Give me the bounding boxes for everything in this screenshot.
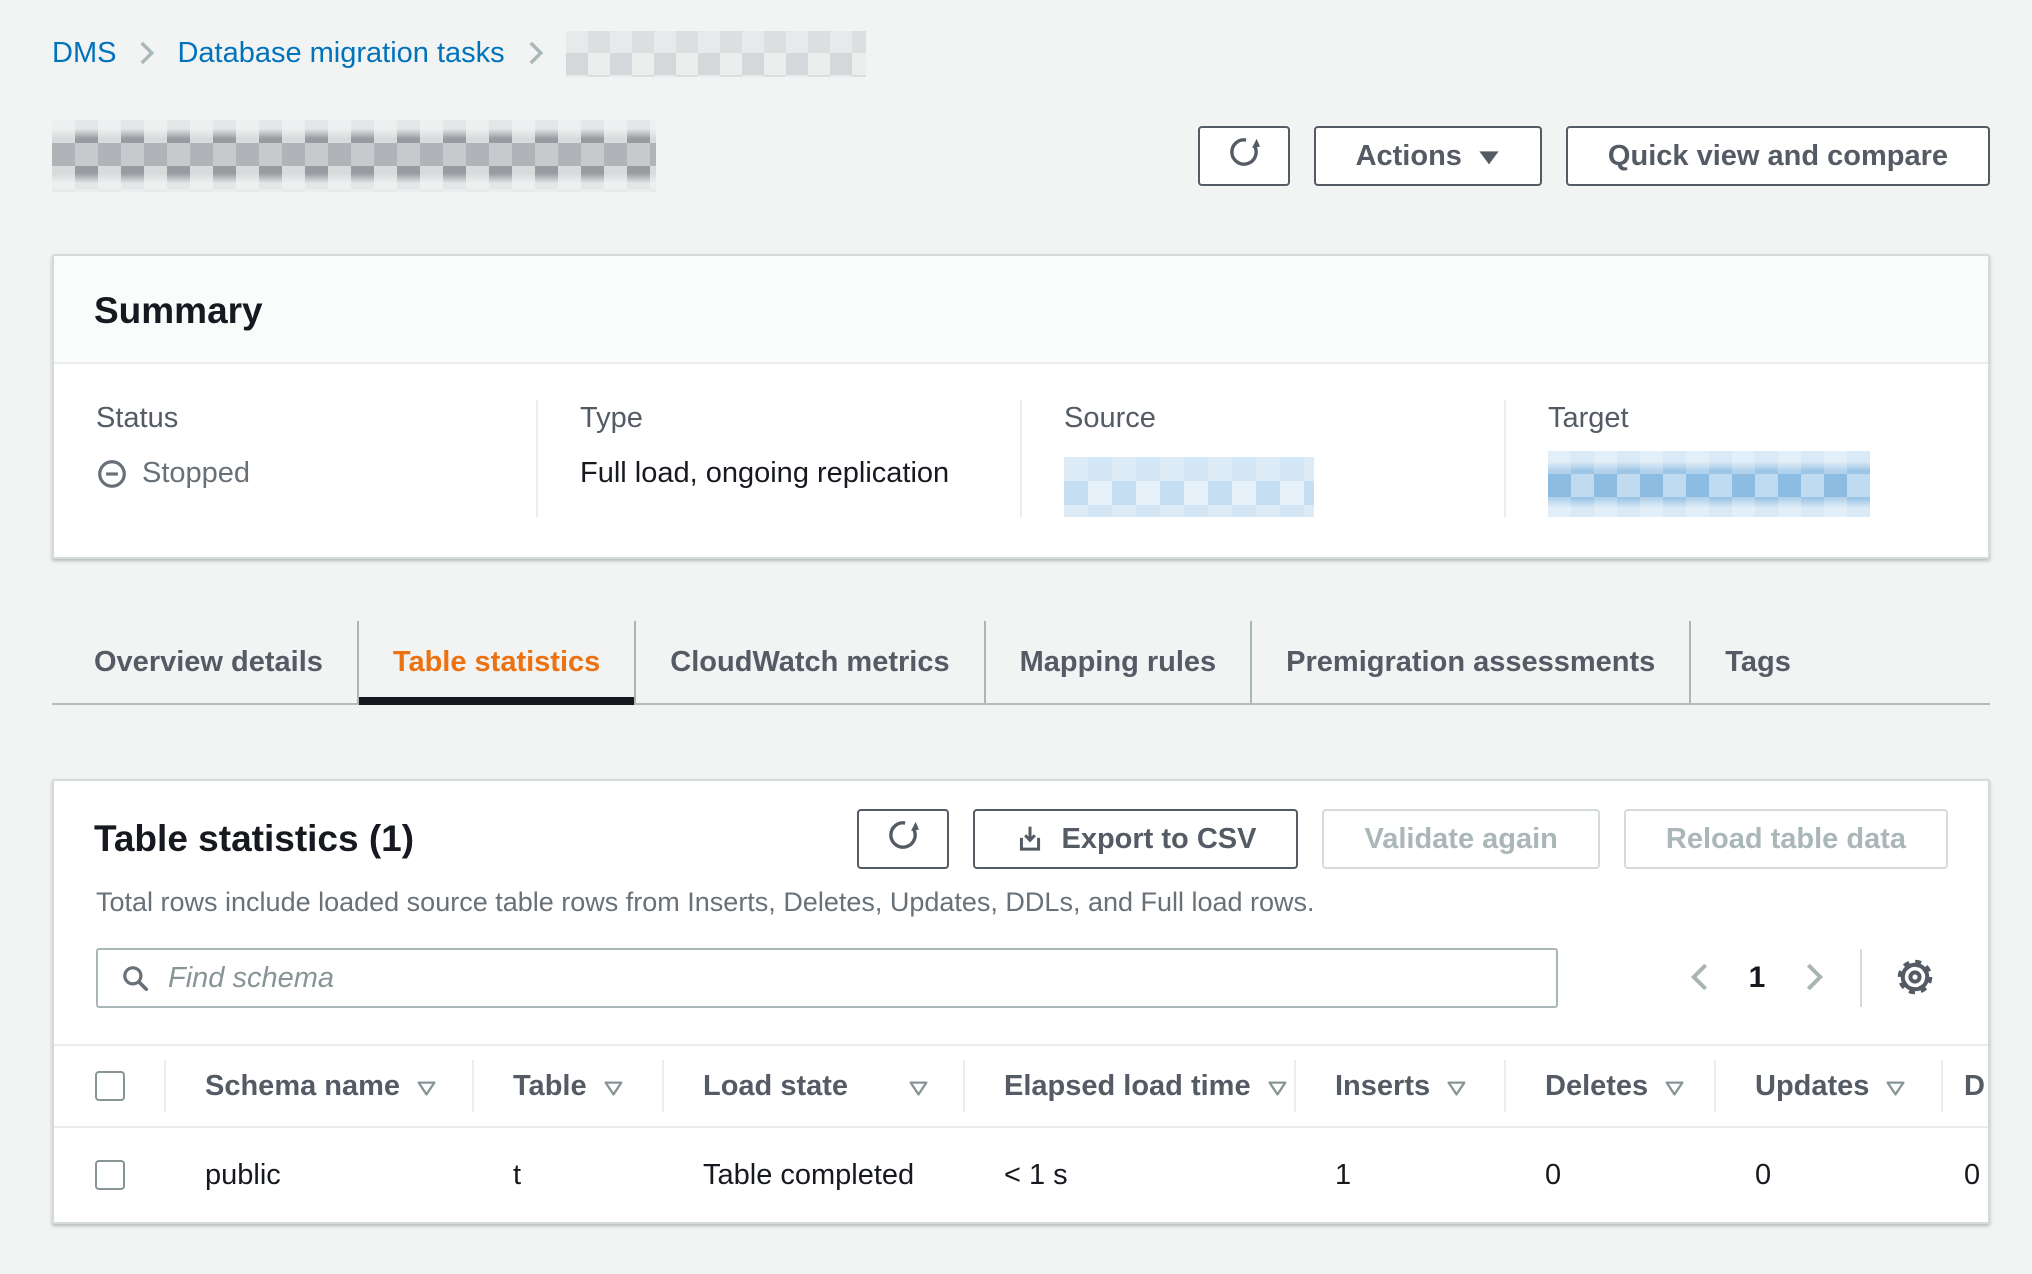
download-icon: [1015, 824, 1045, 854]
sort-icon: [1664, 1080, 1685, 1097]
table-statistics-title: Table statistics (1): [94, 818, 414, 860]
column-header-elapsed-load-time[interactable]: Elapsed load time: [964, 1046, 1295, 1126]
summary-card: Summary Status Stopped Type Full load, o…: [52, 254, 1990, 559]
current-page-number: 1: [1726, 961, 1788, 995]
reload-table-data-button[interactable]: Reload table data: [1624, 809, 1948, 869]
source-link-redacted[interactable]: [1064, 457, 1314, 517]
row-checkbox[interactable]: [95, 1160, 125, 1190]
toolbar-divider: [1860, 949, 1862, 1007]
validate-label: Validate again: [1364, 823, 1557, 856]
column-header-table[interactable]: Table: [473, 1046, 663, 1126]
page-header: Actions Quick view and compare: [52, 118, 1990, 194]
cell-updates: 0: [1715, 1128, 1942, 1222]
sort-icon: [908, 1080, 929, 1097]
table-toolbar: 1: [54, 918, 1988, 1008]
tab-mapping-rules[interactable]: Mapping rules: [984, 621, 1251, 703]
summary-field-label: Type: [580, 402, 990, 435]
search-icon: [120, 963, 150, 993]
schema-search-box: [96, 948, 1558, 1008]
summary-field-target: Target: [1504, 400, 1988, 517]
refresh-icon: [886, 818, 920, 860]
column-header-schema-name[interactable]: Schema name: [165, 1046, 473, 1126]
table-statistics-card: Table statistics (1) Export to CSV: [52, 779, 1990, 1224]
cell-table: t: [473, 1128, 663, 1222]
tab-cloudwatch-metrics[interactable]: CloudWatch metrics: [634, 621, 983, 703]
target-link-redacted[interactable]: [1548, 451, 1870, 517]
breadcrumb: DMS Database migration tasks: [52, 0, 1990, 76]
tab-tags[interactable]: Tags: [1689, 621, 1825, 703]
dms-task-page: DMS Database migration tasks Actions: [0, 0, 2032, 1274]
chevron-right-icon: [1804, 962, 1824, 995]
cell-deletes: 0: [1505, 1128, 1715, 1222]
sort-icon: [1267, 1080, 1288, 1097]
chevron-right-icon: [527, 40, 544, 66]
table-statistics-description: Total rows include loaded source table r…: [54, 869, 1988, 918]
cell-inserts: 1: [1295, 1128, 1505, 1222]
statistics-table: Schema name Table Load state Elapsed loa…: [54, 1044, 1988, 1222]
column-header-inserts[interactable]: Inserts: [1295, 1046, 1505, 1126]
column-header-load-state[interactable]: Load state: [663, 1046, 964, 1126]
actions-button[interactable]: Actions: [1314, 126, 1542, 186]
cell-schema-name: public: [165, 1128, 473, 1222]
summary-field-label: Target: [1548, 402, 1958, 435]
select-all-checkbox[interactable]: [95, 1071, 125, 1101]
breadcrumb-current-redacted: [566, 31, 866, 77]
refresh-icon: [1227, 135, 1261, 177]
table-statistics-header: Table statistics (1) Export to CSV: [54, 781, 1988, 869]
search-input[interactable]: [168, 962, 1534, 995]
sort-icon: [1446, 1080, 1467, 1097]
summary-card-header: Summary: [54, 256, 1988, 364]
table-header-row: Schema name Table Load state Elapsed loa…: [54, 1044, 1988, 1128]
column-header-ddls-clipped[interactable]: D: [1942, 1046, 1988, 1126]
sort-icon: [603, 1080, 624, 1097]
caret-down-icon: [1478, 149, 1500, 166]
breadcrumb-link-dms[interactable]: DMS: [52, 37, 116, 70]
chevron-left-icon: [1690, 962, 1710, 995]
validate-again-button[interactable]: Validate again: [1322, 809, 1599, 869]
previous-page-button[interactable]: [1674, 950, 1726, 1006]
task-detail-tabs: Overview details Table statistics CloudW…: [52, 621, 1990, 705]
quick-view-label: Quick view and compare: [1608, 140, 1948, 173]
type-text: Full load, ongoing replication: [580, 457, 990, 490]
table-settings-button[interactable]: [1882, 950, 1948, 1006]
refresh-button[interactable]: [1198, 126, 1290, 186]
tab-overview-details[interactable]: Overview details: [52, 621, 357, 703]
summary-field-label: Source: [1064, 402, 1474, 435]
status-text: Stopped: [142, 457, 250, 490]
table-row[interactable]: public t Table completed < 1 s 1 0 0 0: [54, 1128, 1988, 1222]
header-actions: Actions Quick view and compare: [1198, 126, 1990, 186]
summary-field-label: Status: [96, 402, 506, 435]
summary-field-source: Source: [1020, 400, 1504, 517]
quick-view-and-compare-button[interactable]: Quick view and compare: [1566, 126, 1990, 186]
export-label: Export to CSV: [1061, 823, 1256, 856]
cell-elapsed-load-time: < 1 s: [964, 1128, 1295, 1222]
tab-premigration-assessments[interactable]: Premigration assessments: [1250, 621, 1689, 703]
next-page-button[interactable]: [1788, 950, 1840, 1006]
export-to-csv-button[interactable]: Export to CSV: [973, 809, 1298, 869]
breadcrumb-link-tasks[interactable]: Database migration tasks: [177, 37, 504, 70]
column-header-updates[interactable]: Updates: [1715, 1046, 1942, 1126]
page-title-redacted: [52, 120, 656, 192]
summary-field-type: Type Full load, ongoing replication: [536, 400, 1020, 517]
chevron-right-icon: [138, 40, 155, 66]
cell-ddls-clipped: 0: [1942, 1128, 1988, 1222]
gear-icon: [1895, 957, 1935, 1000]
cell-load-state: Table completed: [663, 1128, 964, 1222]
pagination: 1: [1674, 949, 1948, 1007]
sort-icon: [1885, 1080, 1906, 1097]
summary-card-body: Status Stopped Type Full load, ongoing r…: [54, 364, 1988, 557]
sort-icon: [416, 1080, 437, 1097]
actions-button-label: Actions: [1356, 140, 1462, 173]
summary-field-status: Status Stopped: [54, 400, 536, 517]
minus-circle-icon: [96, 458, 128, 490]
table-refresh-button[interactable]: [857, 809, 949, 869]
summary-title: Summary: [94, 290, 1948, 332]
reload-label: Reload table data: [1666, 823, 1906, 856]
tab-table-statistics[interactable]: Table statistics: [357, 621, 634, 703]
column-header-deletes[interactable]: Deletes: [1505, 1046, 1715, 1126]
